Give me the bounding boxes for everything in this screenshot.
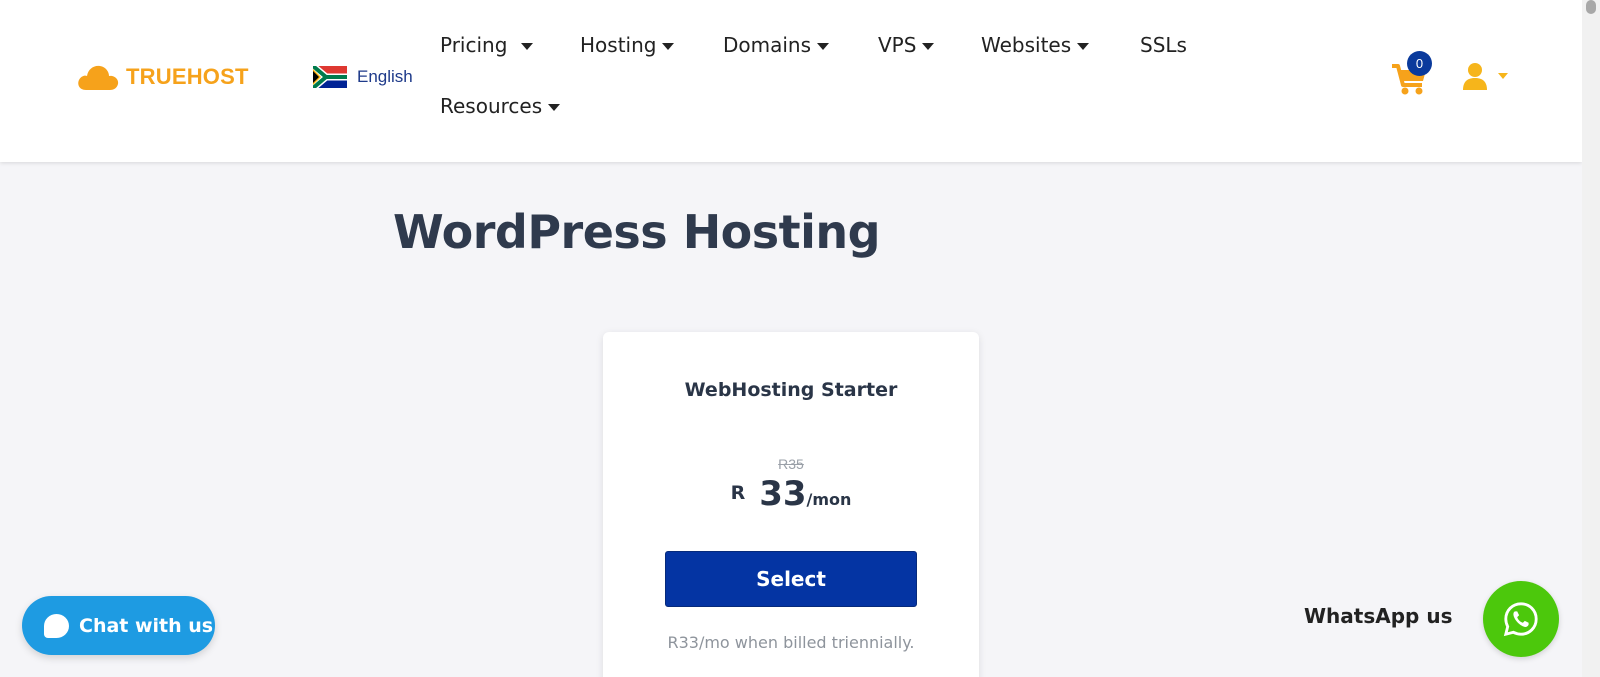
nav-domains-label: Domains <box>723 33 812 57</box>
caret-down-icon <box>662 42 675 50</box>
nav-ssls-label: SSLs <box>1140 33 1187 57</box>
brand-name: TRUEHOST <box>126 64 249 89</box>
page-scrollbar[interactable] <box>1582 0 1600 677</box>
account-menu[interactable] <box>1462 62 1508 90</box>
nav-websites-label: Websites <box>981 33 1072 57</box>
chat-label: Chat with us <box>79 614 214 637</box>
plan-old-price: R35 <box>778 456 804 472</box>
price-amount: 33 <box>759 474 807 514</box>
nav-resources-label: Resources <box>440 94 543 118</box>
cloud-logo-icon <box>78 65 119 90</box>
page-title: WordPress Hosting <box>393 205 881 259</box>
chat-with-us-button[interactable]: Chat with us <box>22 596 215 655</box>
caret-down-icon <box>922 42 935 50</box>
language-selector[interactable]: English <box>313 66 413 88</box>
price-period: /mon <box>806 490 852 509</box>
caret-down-icon <box>1077 42 1090 50</box>
nav-pricing-label: Pricing <box>440 33 508 57</box>
caret-down-icon <box>521 42 534 50</box>
caret-down-icon <box>817 42 830 50</box>
whatsapp-button[interactable] <box>1483 581 1559 657</box>
caret-down-icon <box>548 103 561 111</box>
nav-hosting[interactable]: Hosting <box>580 33 675 57</box>
plan-price: R 33 /mon <box>603 474 979 514</box>
south-africa-flag-icon <box>313 66 347 88</box>
caret-down-icon <box>1498 73 1508 79</box>
nav-resources[interactable]: Resources <box>440 94 561 118</box>
truehost-logo[interactable]: TRUEHOST <box>76 63 249 91</box>
whatsapp-label[interactable]: WhatsApp us <box>1304 604 1452 628</box>
top-navbar: TRUEHOST English Pricing Hosting Domains… <box>0 0 1582 162</box>
nav-vps-label: VPS <box>878 33 917 57</box>
chat-bubble-icon <box>44 613 69 638</box>
nav-hosting-label: Hosting <box>580 33 657 57</box>
cart-count-badge: 0 <box>1407 51 1432 76</box>
select-plan-button[interactable]: Select <box>665 551 917 607</box>
nav-websites[interactable]: Websites <box>981 33 1090 57</box>
nav-pricing[interactable]: Pricing <box>440 33 534 57</box>
user-icon <box>1463 63 1487 90</box>
nav-vps[interactable]: VPS <box>878 33 935 57</box>
scrollbar-thumb[interactable] <box>1586 0 1596 14</box>
billing-note: R33/mo when billed triennially. <box>667 633 915 652</box>
plan-name: WebHosting Starter <box>684 379 898 401</box>
nav-domains[interactable]: Domains <box>723 33 830 57</box>
nav-ssls[interactable]: SSLs <box>1140 33 1187 57</box>
whatsapp-icon <box>1503 602 1538 637</box>
language-label: English <box>357 67 413 86</box>
price-currency: R <box>730 482 746 504</box>
plan-card: WebHosting Starter R35 R 33 /mon Select … <box>603 332 979 677</box>
